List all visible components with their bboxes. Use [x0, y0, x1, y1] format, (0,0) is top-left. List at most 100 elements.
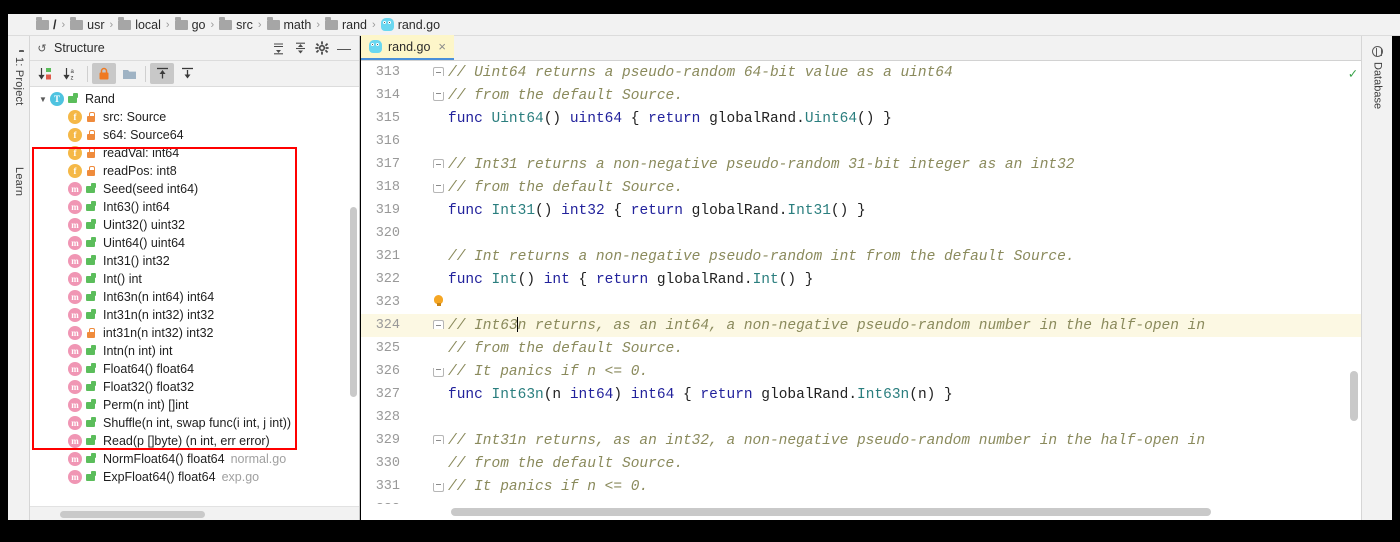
hide-window-button[interactable]: — — [333, 38, 355, 58]
close-icon[interactable]: × — [438, 39, 446, 54]
tree-item[interactable]: f readVal: int64 — [30, 144, 359, 162]
tree-item[interactable]: m Float64() float64 — [30, 360, 359, 378]
editor-gutter[interactable] — [409, 429, 446, 452]
code-line[interactable]: 316 — [361, 130, 1361, 153]
tree-item[interactable]: f src: Source — [30, 108, 359, 126]
show-inherited-button[interactable] — [150, 63, 174, 84]
breadcrumb-item-usr[interactable]: usr — [70, 16, 105, 32]
code-line[interactable]: 313 // Uint64 returns a pseudo-random 64-… — [361, 61, 1361, 84]
editor-gutter[interactable] — [409, 360, 446, 383]
tree-item[interactable]: m Seed(seed int64) — [30, 180, 359, 198]
editor-gutter[interactable] — [409, 176, 446, 199]
editor-gutter[interactable] — [409, 61, 446, 84]
editor-gutter[interactable] — [409, 452, 446, 475]
code-line[interactable]: 331 // It panics if n <= 0. — [361, 475, 1361, 498]
tool-window-tab-project[interactable]: 1: Project — [8, 40, 30, 118]
hide-tool-window-icon[interactable]: ↺ — [34, 42, 50, 55]
tree-item[interactable]: m Int63n(n int64) int64 — [30, 288, 359, 306]
code-line[interactable]: 317 // Int31 returns a non-negative pseud… — [361, 153, 1361, 176]
settings-button[interactable] — [311, 38, 333, 58]
editor-gutter[interactable] — [409, 383, 446, 406]
collapse-all-button[interactable] — [289, 38, 311, 58]
tree-item[interactable]: m Int31n(n int32) int32 — [30, 306, 359, 324]
code-line[interactable]: 323 — [361, 291, 1361, 314]
tree-item-label: Read(p []byte) (n int, err error) — [103, 434, 270, 448]
editor-gutter[interactable] — [409, 107, 446, 130]
tree-item[interactable]: m Int63() int64 — [30, 198, 359, 216]
code-fold-icon[interactable] — [433, 184, 444, 193]
code-line[interactable]: 329 // Int31n returns, as an int32, a non… — [361, 429, 1361, 452]
code-line[interactable]: 327 func Int63n(n int64) int64 { return g… — [361, 383, 1361, 406]
editor-gutter[interactable] — [409, 268, 446, 291]
editor-horizontal-scrollbar[interactable] — [451, 508, 1211, 516]
tool-window-tab-learn[interactable]: Learn — [8, 146, 30, 212]
tree-item[interactable]: f s64: Source64 — [30, 126, 359, 144]
intention-bulb-icon[interactable] — [434, 295, 443, 306]
tree-item[interactable]: m NormFloat64() float64 normal.go — [30, 450, 359, 468]
code-line[interactable]: 322 func Int() int { return globalRand.In… — [361, 268, 1361, 291]
sort-by-visibility-button[interactable] — [34, 63, 58, 84]
code-fold-icon[interactable] — [433, 368, 444, 377]
editor-gutter[interactable] — [409, 199, 446, 222]
tool-window-tab-database[interactable]: Database — [1362, 42, 1393, 134]
structure-horizontal-scrollbar[interactable] — [60, 511, 205, 518]
editor-gutter[interactable] — [409, 337, 446, 360]
tree-item[interactable]: m Int() int — [30, 270, 359, 288]
sort-alphabetically-button[interactable]: a z — [59, 63, 83, 84]
expand-all-button[interactable] — [267, 38, 289, 58]
code-line[interactable]: 326 // It panics if n <= 0. — [361, 360, 1361, 383]
breadcrumb-item-go[interactable]: go — [174, 16, 206, 32]
editor-gutter[interactable] — [409, 406, 446, 429]
code-editor[interactable]: ✓ 313// Uint64 returns a pseudo-random 6… — [361, 61, 1361, 504]
breadcrumb-item-src[interactable]: src — [219, 16, 253, 32]
tree-item[interactable]: m Intn(n int) int — [30, 342, 359, 360]
tree-item[interactable]: m Read(p []byte) (n int, err error) — [30, 432, 359, 450]
editor-tab-rand-go[interactable]: rand.go × — [361, 35, 454, 60]
editor-gutter[interactable] — [409, 475, 446, 498]
editor-gutter[interactable] — [409, 84, 446, 107]
editor-gutter[interactable] — [409, 153, 446, 176]
code-fold-icon[interactable] — [433, 92, 444, 101]
structure-tree[interactable]: ▼ T Rand f src: Source f s64: Source64 f readVal… — [30, 87, 359, 506]
tree-item[interactable]: m Float32() float32 — [30, 378, 359, 396]
structure-vertical-scrollbar[interactable] — [350, 207, 357, 397]
code-fold-icon[interactable] — [433, 483, 444, 492]
breadcrumb-item-math[interactable]: math — [266, 16, 311, 32]
editor-gutter[interactable] — [409, 222, 446, 245]
code-fold-icon[interactable] — [433, 159, 444, 168]
code-line[interactable]: 318 // from the default Source. — [361, 176, 1361, 199]
tree-item[interactable]: m ExpFloat64() float64 exp.go — [30, 468, 359, 486]
show-anonymous-classes-button[interactable] — [175, 63, 199, 84]
tree-item[interactable]: m Uint32() uint32 — [30, 216, 359, 234]
group-by-file-button[interactable] — [117, 63, 141, 84]
code-line[interactable]: 321 // Int returns a non-negative pseudo-… — [361, 245, 1361, 268]
code-line[interactable]: 324 // Int63n returns, as an int64, a non… — [361, 314, 1361, 337]
tree-item[interactable]: ▼ T Rand — [30, 90, 359, 108]
editor-gutter[interactable] — [409, 314, 446, 337]
tree-item[interactable]: f readPos: int8 — [30, 162, 359, 180]
code-line[interactable]: 320 — [361, 222, 1361, 245]
code-line[interactable]: 325 // from the default Source. — [361, 337, 1361, 360]
tree-item[interactable]: m Int31() int32 — [30, 252, 359, 270]
tree-item[interactable]: m int31n(n int32) int32 — [30, 324, 359, 342]
code-fold-icon[interactable] — [433, 320, 444, 329]
tree-item[interactable]: m Uint64() uint64 — [30, 234, 359, 252]
breadcrumb-item-rand[interactable]: rand — [324, 16, 367, 32]
show-non-public-button[interactable] — [92, 63, 116, 84]
chevron-down-icon[interactable]: ▼ — [36, 95, 50, 104]
code-line[interactable]: 319 func Int31() int32 { return globalRan… — [361, 199, 1361, 222]
tree-item[interactable]: m Perm(n int) []int — [30, 396, 359, 414]
tree-item[interactable]: m Shuffle(n int, swap func(i int, j int)) — [30, 414, 359, 432]
code-line[interactable]: 328 — [361, 406, 1361, 429]
editor-gutter[interactable] — [409, 291, 446, 314]
code-fold-icon[interactable] — [433, 67, 444, 76]
code-line[interactable]: 314 // from the default Source. — [361, 84, 1361, 107]
breadcrumb-item-local[interactable]: local — [118, 16, 161, 32]
code-fold-icon[interactable] — [433, 435, 444, 444]
breadcrumb-item-[interactable]: / — [36, 16, 56, 32]
breadcrumb-item-randgo[interactable]: rand.go — [380, 18, 440, 32]
code-line[interactable]: 315 func Uint64() uint64 { return globalR… — [361, 107, 1361, 130]
editor-gutter[interactable] — [409, 245, 446, 268]
code-line[interactable]: 330 // from the default Source. — [361, 452, 1361, 475]
editor-gutter[interactable] — [409, 130, 446, 153]
